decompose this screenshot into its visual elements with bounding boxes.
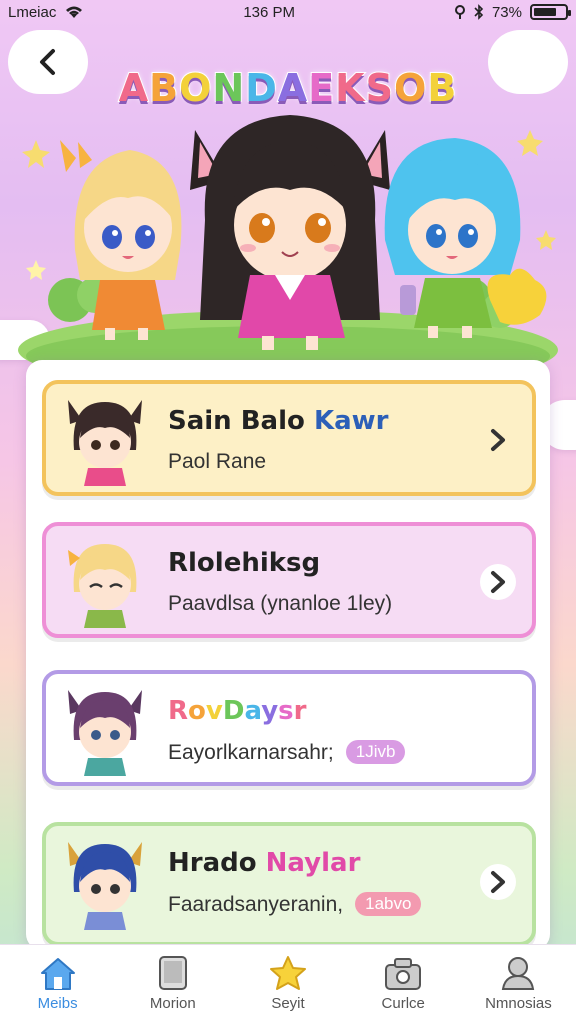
nav-label: Seyit xyxy=(271,995,305,1012)
tablet-icon xyxy=(158,956,187,990)
profile-avatar-button[interactable] xyxy=(488,30,568,94)
card-subtitle: Paavdlsa (ynanloe 1ley) xyxy=(168,592,393,615)
carrier-label: Lmeiac xyxy=(8,3,57,21)
character-thumbnail xyxy=(68,544,137,628)
card-title: Sain Balo Kawr xyxy=(168,406,389,436)
status-badge: 1Jivb xyxy=(345,740,406,764)
nav-item-home[interactable]: Meibs xyxy=(0,945,115,1024)
list-item[interactable]: Sain Balo Kawr Paol Rane xyxy=(42,380,536,496)
status-bar: Lmeiac 136 PM 73% xyxy=(0,0,576,24)
hero-illustration xyxy=(18,115,558,370)
battery-icon xyxy=(530,4,571,20)
card-subtitle: Eayorlkarnarsahr; 1Jivb xyxy=(168,740,406,765)
chevron-right-icon[interactable] xyxy=(480,864,516,900)
card-subtitle: Faaradsanyeranin, 1abvo xyxy=(168,892,422,917)
star-icon xyxy=(270,956,306,990)
nav-item-profile[interactable]: Nmnosias xyxy=(461,945,576,1024)
card-title: Hrado Naylar xyxy=(168,848,361,878)
chevron-right-icon[interactable] xyxy=(480,564,516,600)
bluetooth-icon xyxy=(474,4,484,20)
list-item[interactable]: RovDaysr Eayorlkarnarsahr; 1Jivb xyxy=(42,670,536,786)
nav-item-seyit[interactable]: Seyit xyxy=(230,945,345,1024)
character-thumbnail xyxy=(68,842,142,930)
nav-label: Curlce xyxy=(381,995,425,1012)
location-icon xyxy=(454,5,465,19)
card-subtitle: Paol Rane xyxy=(168,450,267,473)
nav-label: Meibs xyxy=(37,995,78,1012)
chevron-right-icon[interactable] xyxy=(480,422,516,458)
clock: 136 PM xyxy=(243,3,296,21)
nav-item-morion[interactable]: Morion xyxy=(115,945,230,1024)
character-thumbnail xyxy=(68,690,142,776)
battery-percent: 73% xyxy=(491,3,522,21)
list-item[interactable]: Hrado Naylar Faaradsanyeranin, 1abvo xyxy=(42,822,536,946)
chevron-left-icon xyxy=(40,49,55,75)
status-badge: 1abvo xyxy=(355,892,422,916)
bottom-navigation: Meibs Morion Seyit Curlce Nmnosias xyxy=(0,944,576,1024)
home-icon xyxy=(40,958,75,990)
wifi-icon xyxy=(66,6,83,18)
nav-item-curlce[interactable]: Curlce xyxy=(346,945,461,1024)
profile-icon xyxy=(502,957,535,990)
nav-label: Nmnosias xyxy=(485,995,552,1012)
nav-label: Morion xyxy=(149,995,196,1012)
camera-icon xyxy=(385,958,422,990)
card-title: RovDaysr xyxy=(168,696,307,726)
list-item[interactable]: Rlolehiksg Paavdlsa (ynanloe 1ley) xyxy=(42,522,536,638)
card-title: Rlolehiksg xyxy=(168,548,321,578)
back-button[interactable] xyxy=(8,30,88,94)
character-thumbnail xyxy=(68,400,142,486)
